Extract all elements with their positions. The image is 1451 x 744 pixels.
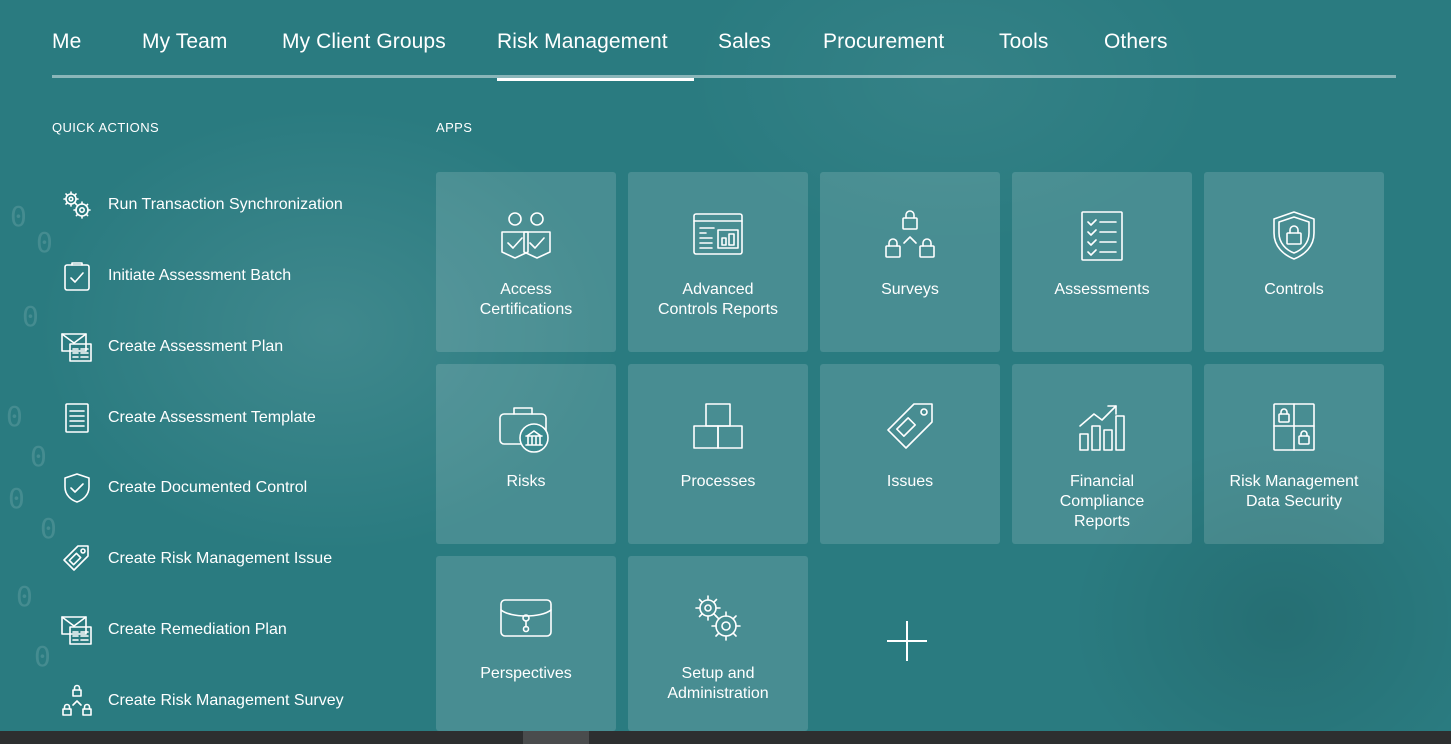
tab-me[interactable]: Me — [52, 30, 81, 78]
app-tile-label: Assessments — [1054, 281, 1150, 298]
app-tile-label: Risks — [506, 473, 546, 490]
shield-check-icon — [60, 471, 94, 505]
quick-action-run-transaction-synchronization[interactable]: Run Transaction Synchronization — [60, 185, 390, 225]
tab-sales[interactable]: Sales — [718, 30, 771, 78]
lock-hierarchy-icon — [880, 208, 940, 264]
app-tile-label: Access Certifications — [479, 281, 573, 318]
boxes-icon — [688, 400, 748, 456]
apps-heading: APPS — [436, 120, 473, 135]
quick-action-create-assessment-plan[interactable]: Create Assessment Plan — [60, 327, 390, 367]
app-tile-label: Perspectives — [480, 665, 572, 682]
app-tile-issues[interactable]: Issues — [820, 364, 1000, 544]
report-dashboard-icon — [688, 208, 748, 264]
background-decoration: 0 0 0 0 0 0 0 0 0 — [6, 200, 57, 673]
tab-risk-management[interactable]: Risk Management — [497, 30, 694, 81]
envelope-form-icon — [60, 613, 94, 647]
lock-grid-icon — [1264, 400, 1324, 456]
quick-action-label: Create Assessment Plan — [108, 338, 284, 355]
document-lines-icon — [60, 401, 94, 435]
quick-action-label: Create Risk Management Issue — [108, 550, 333, 567]
app-tile-label: Controls — [1264, 281, 1324, 298]
quick-action-create-remediation-plan[interactable]: Create Remediation Plan — [60, 610, 390, 650]
app-tile-label: Advanced Controls Reports — [657, 281, 779, 318]
briefcase-bank-icon — [496, 400, 556, 456]
app-tile-assessments[interactable]: Assessments — [1012, 172, 1192, 352]
app-tile-risks[interactable]: Risks — [436, 364, 616, 544]
tab-others[interactable]: Others — [1104, 30, 1168, 78]
app-tile-label: Risk Management Data Security — [1229, 473, 1359, 510]
checklist-icon — [1072, 208, 1132, 264]
app-tile-label: Issues — [886, 473, 934, 490]
app-tile-label: Processes — [680, 473, 756, 490]
quick-action-initiate-assessment-batch[interactable]: Initiate Assessment Batch — [60, 256, 390, 296]
top-navigation: Me My Team My Client Groups Risk Managem… — [52, 0, 1396, 81]
quick-actions-heading: QUICK ACTIONS — [52, 120, 160, 135]
app-tile-advanced-controls-reports[interactable]: Advanced Controls Reports — [628, 172, 808, 352]
growth-chart-icon — [1072, 400, 1132, 456]
scroll-handle[interactable] — [523, 731, 589, 744]
shield-lock-icon — [1264, 208, 1324, 264]
briefcase-icon — [496, 592, 556, 648]
quick-action-label: Create Documented Control — [108, 479, 308, 496]
app-tile-label: Financial Compliance Reports — [1059, 473, 1145, 530]
tab-procurement[interactable]: Procurement — [823, 30, 944, 78]
app-tile-setup-and-administration[interactable]: Setup and Administration — [628, 556, 808, 731]
people-check-icon — [496, 208, 556, 264]
gears-icon — [60, 188, 94, 222]
lock-hierarchy-icon — [60, 684, 94, 718]
app-tile-controls[interactable]: Controls — [1204, 172, 1384, 352]
quick-action-create-assessment-template[interactable]: Create Assessment Template — [60, 398, 390, 438]
add-app-button[interactable] — [868, 602, 946, 680]
app-tile-processes[interactable]: Processes — [628, 364, 808, 544]
tag-icon — [60, 542, 94, 576]
bottom-bar — [0, 731, 1451, 744]
tab-my-team[interactable]: My Team — [142, 30, 228, 78]
quick-action-create-risk-management-survey[interactable]: Create Risk Management Survey — [60, 681, 390, 721]
clipboard-check-icon — [60, 259, 94, 293]
app-tile-label: Setup and Administration — [667, 665, 769, 702]
app-tile-perspectives[interactable]: Perspectives — [436, 556, 616, 731]
quick-action-create-documented-control[interactable]: Create Documented Control — [60, 468, 390, 508]
app-tile-access-certifications[interactable]: Access Certifications — [436, 172, 616, 352]
tab-my-client-groups[interactable]: My Client Groups — [282, 30, 446, 78]
quick-action-label: Initiate Assessment Batch — [108, 267, 292, 284]
app-tile-label: Surveys — [881, 281, 939, 298]
app-tile-risk-management-data-security[interactable]: Risk Management Data Security — [1204, 364, 1384, 544]
app-tile-surveys[interactable]: Surveys — [820, 172, 1000, 352]
app-tile-financial-compliance-reports[interactable]: Financial Compliance Reports — [1012, 364, 1192, 544]
plus-icon — [887, 621, 927, 661]
quick-action-label: Create Risk Management Survey — [108, 692, 344, 709]
quick-action-label: Run Transaction Synchronization — [108, 196, 343, 213]
quick-action-create-risk-management-issue[interactable]: Create Risk Management Issue — [60, 539, 390, 579]
quick-action-label: Create Assessment Template — [108, 409, 316, 426]
tab-tools[interactable]: Tools — [999, 30, 1049, 78]
tag-icon — [880, 400, 940, 456]
gears-icon — [688, 592, 748, 648]
quick-action-label: Create Remediation Plan — [108, 621, 287, 638]
envelope-form-icon — [60, 330, 94, 364]
